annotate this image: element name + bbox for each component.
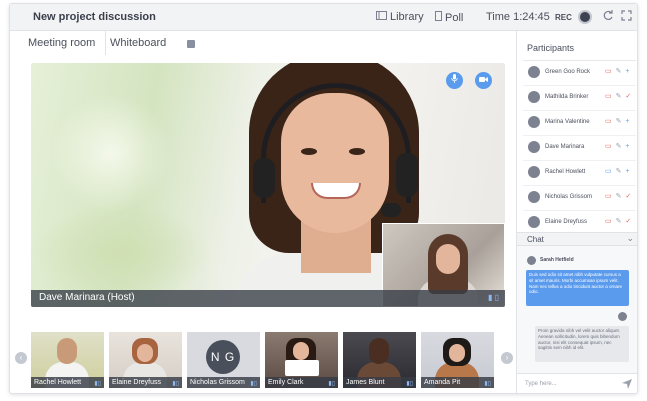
thumbnail-name: Elaine Dreyfuss: [109, 377, 182, 388]
avatar: [618, 312, 627, 321]
library-label: Library: [390, 11, 424, 23]
rec-label: REC: [555, 13, 572, 22]
chat-messages: Sarah Hetfield Duis sed odio sit amet ni…: [517, 246, 637, 373]
chat-input-placeholder: Type here...: [525, 381, 557, 387]
participant-actions[interactable]: ▭ ✎ +: [605, 117, 631, 125]
chat-message: Proin gravida nibh vel velit auctor aliq…: [535, 326, 629, 362]
message-sender: Sarah Hetfield: [540, 257, 574, 263]
add-tab-icon[interactable]: [187, 40, 195, 48]
participant-item[interactable]: Marina Valentine ▭ ✎ +: [523, 111, 636, 136]
tab-whiteboard[interactable]: Whiteboard: [110, 37, 166, 49]
media-icons: ▮▯: [94, 381, 101, 387]
participant-actions[interactable]: ▭ ✎ ✓: [605, 92, 632, 100]
host-media-icons: ▮ ▯: [487, 293, 499, 302]
thumbnail-name: Rachel Howlett: [31, 377, 104, 388]
thumbnail-nicholas-grissom[interactable]: N G Nicholas Grissom ▮▯: [187, 332, 260, 388]
background-bokeh: [31, 203, 211, 303]
thumbnail-amanda-pit[interactable]: Amanda Pit ▮▯: [421, 332, 494, 388]
chat-message: Duis sed odio sit amet nibh vulputate cu…: [526, 270, 629, 306]
chevron-right-icon[interactable]: ›: [501, 352, 513, 364]
meeting-title: New project discussion: [33, 11, 156, 23]
top-bar: New project discussion Library Poll Time…: [10, 4, 637, 31]
participant-item[interactable]: Rachel Howlett ▭ ✎ +: [523, 161, 636, 186]
microphone-icon[interactable]: [446, 72, 463, 89]
avatar: [528, 91, 540, 103]
participant-actions[interactable]: ▭ ✎ +: [605, 142, 631, 150]
participant-item[interactable]: Nicholas Grissom ▭ ✎ ✓: [523, 186, 636, 211]
chevron-left-icon[interactable]: ‹: [15, 352, 27, 364]
avatar: [528, 166, 540, 178]
thumbnail-name: Emily Clark: [265, 377, 338, 388]
tab-meeting-room[interactable]: Meeting room: [18, 31, 107, 55]
avatar: [527, 256, 536, 265]
media-icons: ▮▯: [328, 381, 335, 387]
thumbnail-name: Amanda Pit: [421, 377, 494, 388]
record-button[interactable]: [578, 10, 592, 24]
host-label-bar: Dave Marinara (Host) ▮ ▯: [31, 290, 505, 307]
media-icons: ▮▯: [484, 381, 491, 387]
thumbnail-name: James Blunt: [343, 377, 416, 388]
participant-item[interactable]: Mathilda Brinker ▭ ✎ ✓: [523, 86, 636, 111]
chevron-down-icon[interactable]: ⌄: [626, 233, 634, 244]
media-icons: ▮▯: [406, 381, 413, 387]
library-icon: [376, 11, 387, 23]
avatar: [528, 66, 540, 78]
chat-title: Chat: [527, 235, 544, 244]
participant-item[interactable]: Dave Marinara ▭ ✎ +: [523, 136, 636, 161]
view-tabs: Meeting room Whiteboard: [18, 31, 516, 55]
main-video: Dave Marinara (Host) ▮ ▯: [31, 63, 505, 307]
media-icons: ▮▯: [172, 381, 179, 387]
thumbnail-name: Nicholas Grissom: [187, 377, 260, 388]
avatar: [528, 141, 540, 153]
participant-thumbnails: ‹ Rachel Howlett ▮▯ Elaine Dreyfuss ▮▯ N…: [15, 332, 513, 388]
chat-header[interactable]: Chat ⌄: [517, 232, 637, 246]
participants-list[interactable]: Green Goo Rock ▭ ✎ + Mathilda Brinker ▭ …: [523, 60, 636, 236]
avatar: [528, 216, 540, 228]
media-icons: ▮▯: [250, 381, 257, 387]
participants-title: Participants: [527, 43, 575, 53]
meeting-app-window: New project discussion Library Poll Time…: [9, 3, 638, 394]
thumbnail-emily-clark[interactable]: Emily Clark ▮▯: [265, 332, 338, 388]
send-icon[interactable]: [622, 379, 632, 392]
thumbnail-rachel-howlett[interactable]: Rachel Howlett ▮▯: [31, 332, 104, 388]
poll-button[interactable]: Poll: [435, 11, 463, 24]
participant-actions[interactable]: ▭ ✎ ✓: [605, 192, 632, 200]
library-button[interactable]: Library: [376, 11, 424, 23]
sidebar: Participants Green Goo Rock ▭ ✎ + Mathil…: [516, 31, 637, 393]
host-name: Dave Marinara (Host): [39, 292, 135, 303]
participant-actions[interactable]: ▭ ✎ +: [605, 167, 631, 175]
participant-item[interactable]: Green Goo Rock ▭ ✎ +: [523, 61, 636, 86]
background-bokeh: [51, 93, 171, 213]
participant-actions[interactable]: ▭ ✎ ✓: [605, 217, 632, 225]
thumbnail-james-blunt[interactable]: James Blunt ▮▯: [343, 332, 416, 388]
avatar: [528, 116, 540, 128]
fullscreen-icon[interactable]: [620, 10, 633, 23]
camera-icon[interactable]: [475, 72, 492, 89]
thumbnail-elaine-dreyfuss[interactable]: Elaine Dreyfuss ▮▯: [109, 332, 182, 388]
meeting-timer: Time 1:24:45: [486, 11, 550, 23]
rotate-icon[interactable]: [601, 10, 614, 23]
poll-label: Poll: [445, 11, 464, 24]
avatar: [528, 191, 540, 203]
avatar-initials: N G: [206, 340, 240, 374]
participant-actions[interactable]: ▭ ✎ +: [605, 67, 631, 75]
poll-icon: [435, 11, 442, 24]
chat-input[interactable]: Type here...: [517, 373, 637, 393]
